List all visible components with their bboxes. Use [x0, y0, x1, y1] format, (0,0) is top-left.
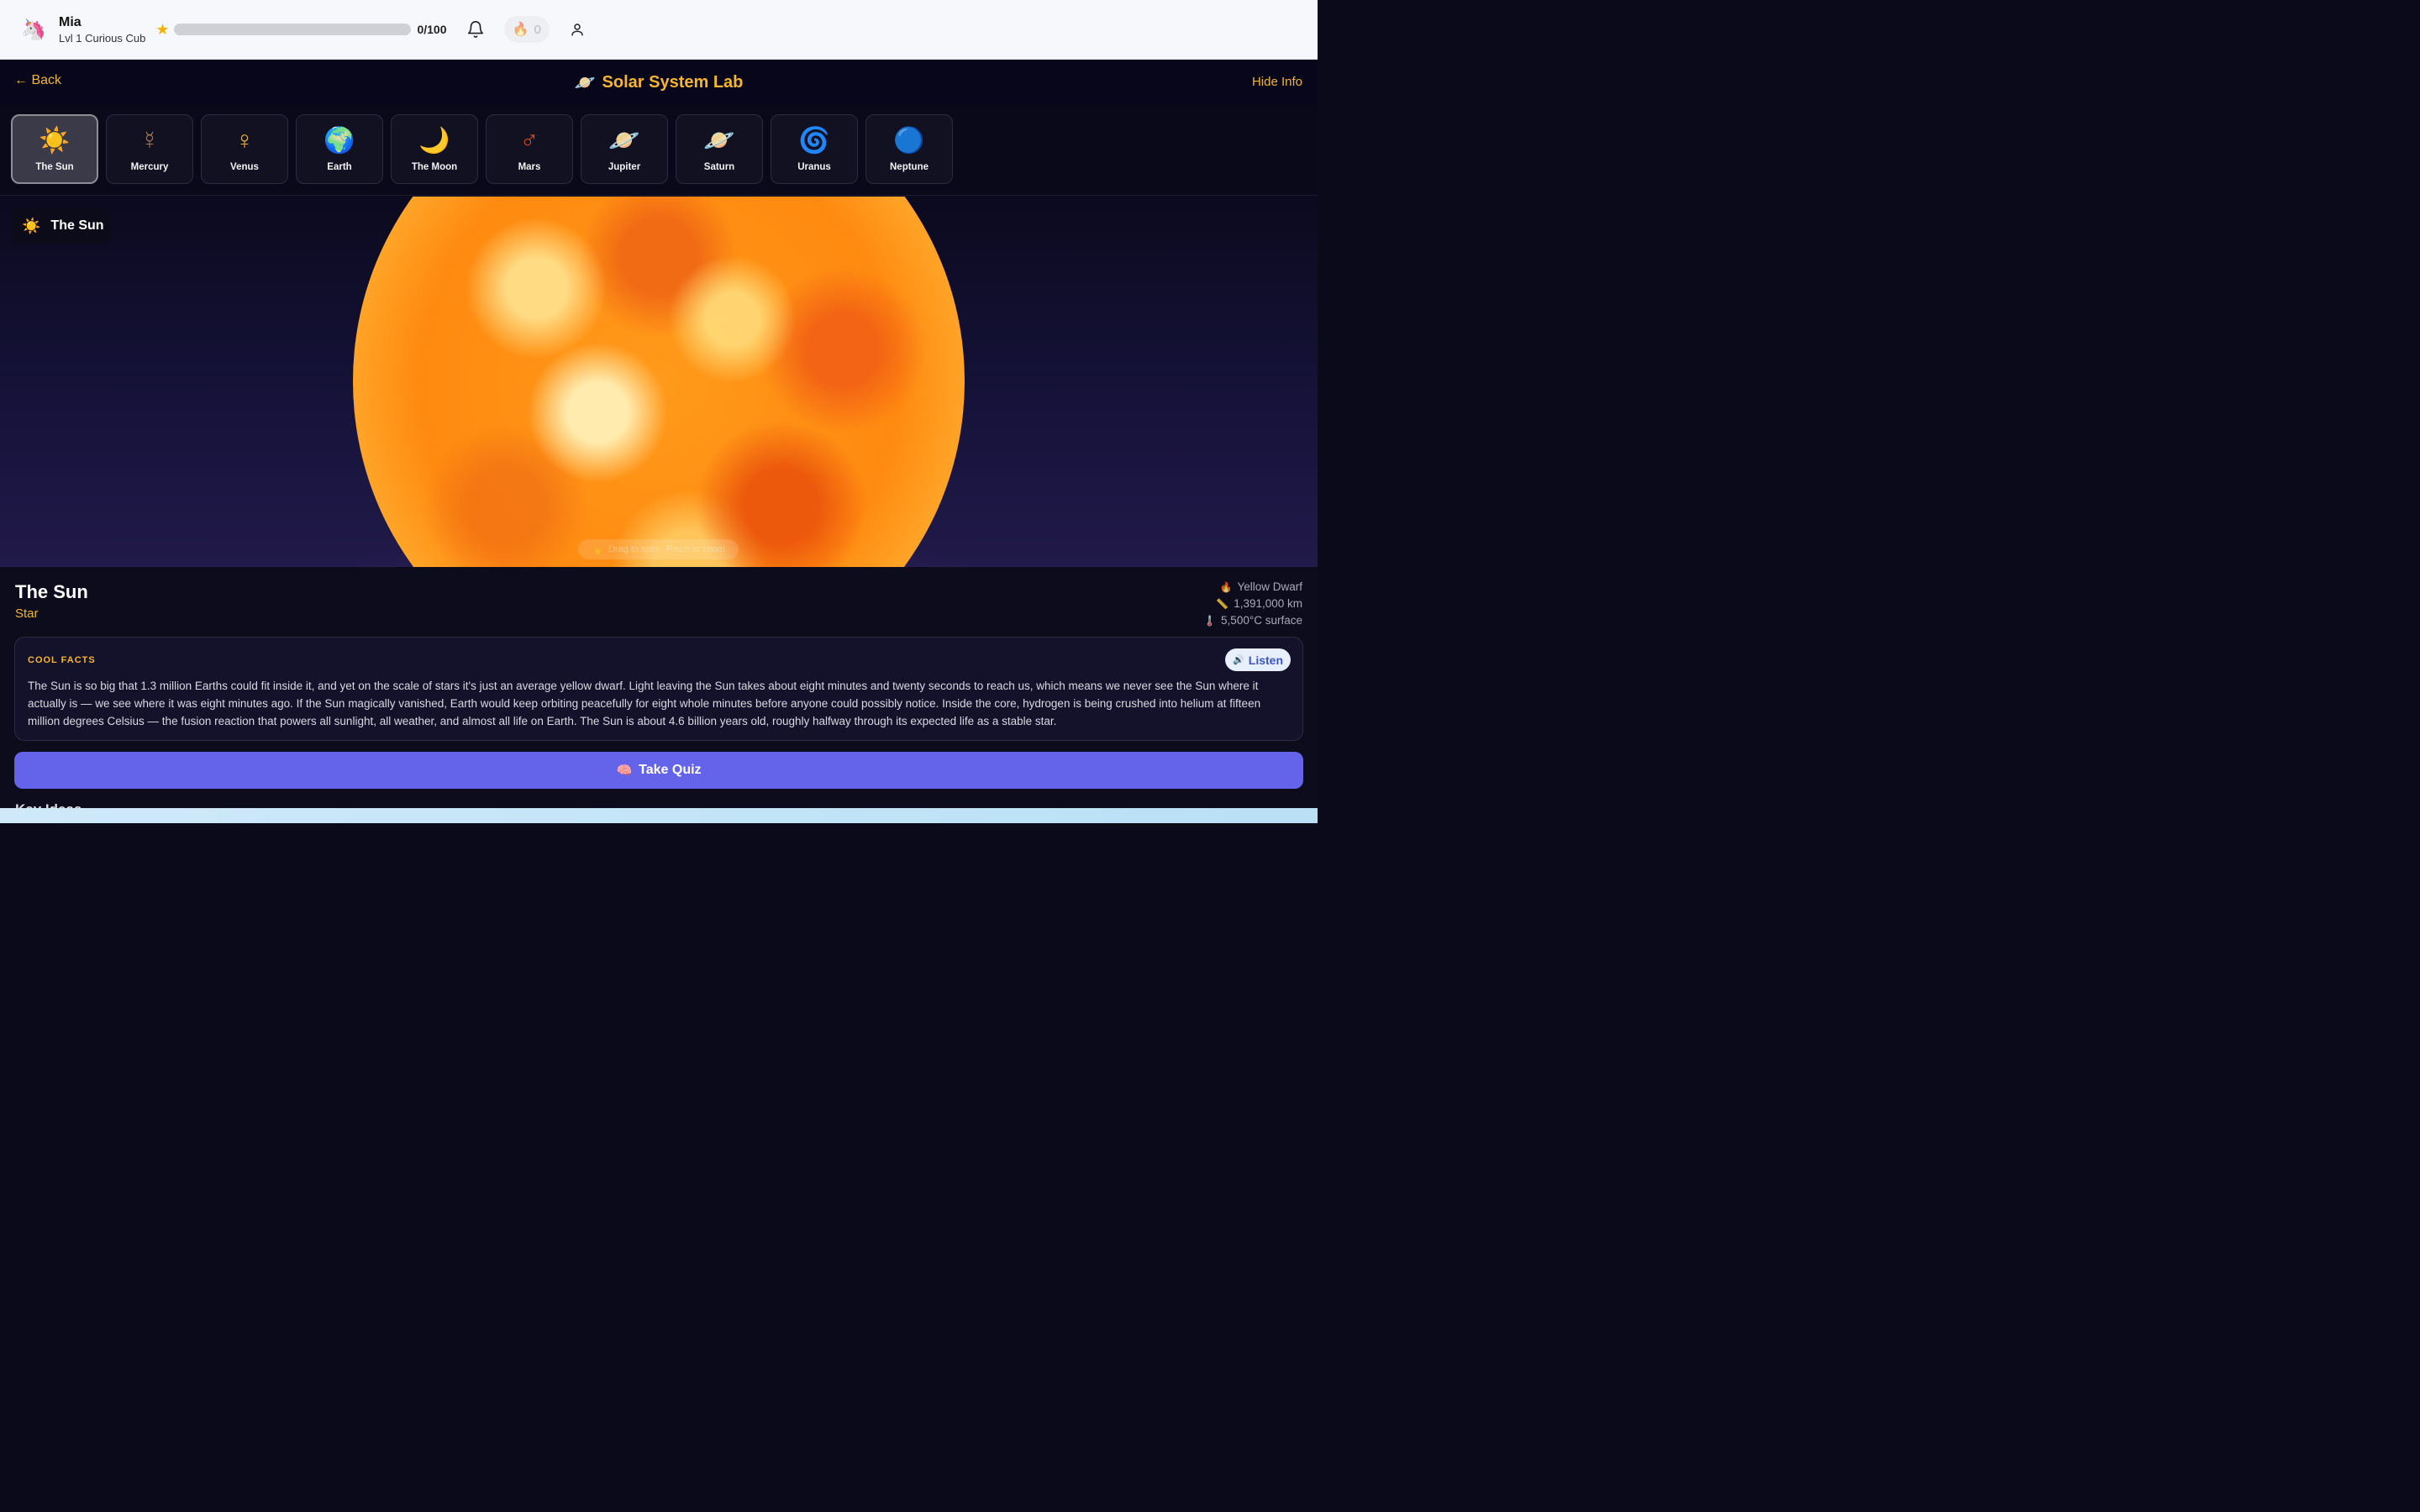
- tab-venus[interactable]: ♀ Venus: [201, 114, 288, 184]
- tab-label: Earth: [327, 161, 352, 172]
- top-bar: 🦄 Mia Lvl 1 Curious Cub ★ 0/100 🔥 0: [0, 0, 1318, 60]
- body-stats: 🔥 Yellow Dwarf 📏 1,391,000 km 🌡️ 5,500°C…: [1203, 579, 1302, 629]
- mercury-symbol-icon: ☿: [139, 126, 160, 155]
- selected-body-label: The Sun: [50, 218, 104, 233]
- interaction-hint: 👆 Drag to spin · Pinch to zoom: [578, 539, 739, 559]
- stat-text: 5,500°C surface: [1221, 614, 1302, 627]
- streak-counter[interactable]: 🔥 0: [503, 16, 550, 43]
- unicorn-avatar-icon[interactable]: 🦄: [20, 16, 47, 43]
- crescent-moon-icon: 🌙: [418, 126, 450, 155]
- tab-label: Mercury: [130, 161, 169, 172]
- tab-label: Uranus: [797, 161, 831, 172]
- hide-info-button[interactable]: Hide Info: [1252, 75, 1302, 89]
- tab-label: Venus: [230, 161, 259, 172]
- tab-earth[interactable]: 🌍 Earth: [296, 114, 383, 184]
- tab-label: Mars: [518, 161, 541, 172]
- ruler-icon: 📏: [1216, 598, 1229, 610]
- cool-facts-card: COOL FACTS 🔊 Listen The Sun is so big th…: [14, 637, 1303, 741]
- tab-label: Jupiter: [608, 161, 641, 172]
- pointer-icon: 👆: [592, 544, 603, 555]
- tab-mars[interactable]: ♂ Mars: [486, 114, 573, 184]
- listen-button[interactable]: 🔊 Listen: [1225, 648, 1291, 671]
- body-name: The Sun: [15, 581, 88, 602]
- user-name: Mia: [59, 14, 82, 29]
- stat-text: 1,391,000 km: [1234, 597, 1302, 610]
- mars-symbol-icon: ♂: [519, 126, 539, 155]
- bell-icon[interactable]: [466, 19, 486, 39]
- take-quiz-label: Take Quiz: [639, 763, 702, 777]
- star-icon: ★: [155, 20, 170, 38]
- tab-saturn[interactable]: 🪐 Saturn: [676, 114, 763, 184]
- cool-facts-text: The Sun is so big that 1.3 million Earth…: [28, 680, 1261, 727]
- info-panel: The Sun Star 🔥 Yellow Dwarf 📏 1,391,000 …: [0, 567, 1318, 823]
- interaction-hint-text: Drag to spin · Pinch to zoom: [608, 544, 725, 554]
- tab-label: Neptune: [890, 161, 929, 172]
- sun-icon: ☀️: [39, 126, 71, 155]
- xp-progress-bar: [174, 24, 412, 35]
- ringed-planet-icon: 🪐: [703, 126, 735, 155]
- celestial-body-tabs: ☀️ The Sun ☿ Mercury ♀ Venus 🌍 Earth 🌙 The Moon ♂ M…: [0, 105, 1318, 196]
- tab-jupiter[interactable]: 🪐 Jupiter: [581, 114, 668, 184]
- tab-the-moon[interactable]: 🌙 The Moon: [391, 114, 478, 184]
- cyclone-icon: 🌀: [798, 126, 830, 155]
- bottom-strip: [0, 808, 1318, 823]
- user-info: Mia Lvl 1 Curious Cub: [59, 14, 145, 45]
- tab-mercury[interactable]: ☿ Mercury: [106, 114, 193, 184]
- stat-text: Yellow Dwarf: [1237, 580, 1302, 593]
- blue-circle-icon: 🔵: [893, 126, 925, 155]
- brain-icon: 🧠: [616, 764, 633, 778]
- stat-temperature: 🌡️ 5,500°C surface: [1203, 612, 1302, 629]
- streak-count: 0: [534, 22, 541, 37]
- venus-symbol-icon: ♀: [234, 126, 255, 155]
- 3d-viewer[interactable]: ☀️ The Sun 👆 Drag to spin · Pinch to zoo…: [0, 197, 1318, 567]
- tab-label: The Sun: [35, 161, 74, 172]
- thermometer-icon: 🌡️: [1203, 615, 1217, 627]
- tab-uranus[interactable]: 🌀 Uranus: [771, 114, 858, 184]
- xp-progress-text: 0/100: [417, 23, 447, 36]
- selected-body-badge: ☀️ The Sun: [12, 207, 110, 244]
- lab-header: ← Back 🪐 Solar System Lab Hide Info: [0, 60, 1318, 105]
- stat-diameter: 📏 1,391,000 km: [1203, 596, 1302, 612]
- speaker-icon: 🔊: [1233, 655, 1244, 665]
- stat-classification: 🔥 Yellow Dwarf: [1203, 579, 1303, 596]
- cool-facts-label: COOL FACTS: [28, 655, 96, 665]
- take-quiz-button[interactable]: 🧠 Take Quiz: [14, 752, 1303, 789]
- user-icon[interactable]: [566, 18, 588, 40]
- earth-globe-icon: 🌍: [324, 126, 355, 155]
- tab-label: The Moon: [411, 161, 458, 172]
- listen-label: Listen: [1248, 653, 1283, 667]
- page-title-text: Solar System Lab: [602, 72, 744, 92]
- tab-neptune[interactable]: 🔵 Neptune: [865, 114, 953, 184]
- ringed-planet-icon: 🪐: [608, 126, 640, 155]
- tab-label: Saturn: [703, 161, 735, 172]
- back-button[interactable]: ← Back: [14, 73, 61, 88]
- flame-icon: 🔥: [1219, 581, 1233, 593]
- sun-icon: ☀️: [22, 217, 41, 234]
- tab-the-sun[interactable]: ☀️ The Sun: [11, 114, 98, 184]
- page-title: 🪐 Solar System Lab: [575, 72, 744, 93]
- ringed-planet-icon: 🪐: [574, 73, 596, 92]
- sun-sphere[interactable]: [353, 197, 965, 567]
- body-type: Star: [15, 606, 39, 621]
- user-level: Lvl 1 Curious Cub: [59, 31, 146, 45]
- flame-icon: 🔥: [512, 23, 529, 37]
